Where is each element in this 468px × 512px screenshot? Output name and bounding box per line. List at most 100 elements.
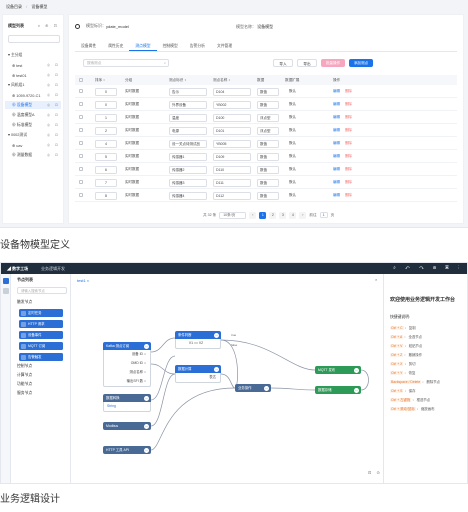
row-ident-input[interactable]: 设一关点待测试品 (169, 140, 207, 148)
row-ident-input[interactable]: 传感器1 (169, 153, 207, 161)
row-ident-input[interactable]: 电源 (169, 127, 207, 135)
page-button[interactable]: 2 (269, 211, 277, 219)
row-order-input[interactable]: 0 (95, 101, 117, 109)
row-checkbox[interactable] (79, 102, 83, 106)
row-name-input[interactable]: D101 (213, 127, 251, 135)
row-order-input[interactable]: 6 (95, 166, 117, 174)
row-dtype-select[interactable]: 数值 (257, 192, 279, 200)
row-ident-input[interactable]: 告示 (169, 88, 207, 96)
row-checkbox[interactable] (79, 89, 83, 93)
header-tool-icons[interactable]: ⌕ ↶ ↷ ⊟ ▣ ⋮ (393, 265, 463, 270)
search-icon[interactable]: ⌕ (164, 61, 166, 65)
row-name-input[interactable]: D112 (213, 192, 251, 200)
row-order-input[interactable]: 5 (95, 153, 117, 161)
page-button[interactable]: ‹ (249, 211, 257, 219)
palette-group[interactable]: 触发节点 (17, 300, 32, 305)
node-menu-icon[interactable]: ⋯ (354, 387, 359, 393)
node-menu-icon[interactable]: ⋯ (214, 366, 219, 372)
row-checkbox[interactable] (79, 154, 83, 158)
row-edit-link[interactable]: 编辑 (333, 166, 340, 174)
row-checkbox[interactable] (79, 193, 83, 197)
row-name-input[interactable]: YB005 (213, 140, 251, 148)
tree-item[interactable]: ▾ 0002测试 ◎ ⊡ (5, 131, 61, 139)
tree-item[interactable]: ⊕ 1059-9720-C1 ◎ ⊡ (5, 91, 61, 99)
node-data-store[interactable]: 数据存储 ⋯ (315, 386, 361, 394)
point-search-input[interactable]: 搜索测点 ⌕ (83, 59, 169, 67)
export-button[interactable]: 导出 (297, 59, 317, 67)
node-menu-icon[interactable]: ⋯ (144, 447, 149, 453)
row-ident-input[interactable]: 外界设备 (169, 101, 207, 109)
tab-item[interactable]: 控制模型 (157, 41, 184, 51)
row-delete-link[interactable]: 删除 (345, 127, 352, 135)
palette-node[interactable]: 定时任务 (19, 309, 63, 317)
tree-item[interactable]: ⊕ 设备模型 ◎ ⊡ (5, 101, 61, 109)
tree-item-actions[interactable]: ◎ ⊡ (47, 103, 60, 107)
palette-group[interactable]: 控制节点 (17, 364, 32, 369)
tree-item-actions[interactable]: ◎ ⊡ (47, 73, 60, 77)
node-mqtt-publish[interactable]: MQTT 发布 ⋯ (315, 366, 361, 374)
batch-operation-button[interactable]: 批量操作 (321, 59, 345, 67)
row-edit-link[interactable]: 编辑 (333, 179, 340, 187)
tree-item-actions[interactable]: ◎ ⊡ (47, 143, 60, 147)
row-name-input[interactable]: D111 (213, 179, 251, 187)
col-name[interactable]: 测点名称 ↕ (213, 75, 230, 85)
node-convert[interactable]: 数据转换 ⋯ String (103, 394, 151, 412)
node-menu-icon[interactable]: ⋯ (354, 367, 359, 373)
goto-input[interactable]: 1 (319, 212, 328, 218)
row-ident-input[interactable]: 传感器3 (169, 179, 207, 187)
page-button[interactable]: 3 (279, 211, 287, 219)
row-delete-link[interactable]: 删除 (345, 114, 352, 122)
row-order-input[interactable]: 8 (95, 192, 117, 200)
tree-item-actions[interactable]: ◎ ⊡ (47, 123, 60, 127)
row-delete-link[interactable]: 删除 (345, 101, 352, 109)
palette-node[interactable]: 告警触发 (19, 353, 63, 361)
row-order-input[interactable]: 7 (95, 179, 117, 187)
tab-item[interactable]: 测点模型 (129, 41, 157, 51)
page-button[interactable]: 1 (259, 211, 267, 219)
tree-item-actions[interactable]: ◎ ⊡ (47, 113, 60, 117)
node-http-api[interactable]: HTTP 工具 API ⋯ (103, 446, 151, 454)
row-name-input[interactable]: D104 (213, 88, 251, 96)
row-dtype-select[interactable]: 浮点型 (257, 127, 279, 135)
flow-canvas[interactable]: test1 × × true false Kafka 测点订阅 ⋯ 设备 ID … (71, 274, 377, 483)
zoom-controls[interactable]: ⊡ ⊙ (368, 470, 382, 475)
row-order-input[interactable]: 0 (95, 88, 117, 96)
palette-group[interactable]: 计算节点 (17, 373, 32, 378)
row-dtype-select[interactable]: 数值 (257, 88, 279, 96)
palette-node[interactable]: HTTP 请求 (19, 320, 63, 328)
tree-item-actions[interactable]: ◎ ⊡ (47, 153, 60, 157)
select-all-checkbox[interactable] (79, 78, 83, 82)
palette-search-input[interactable]: 请输入搜索节点 (17, 287, 67, 294)
node-calc[interactable]: 数据计算 ⋯ 表达 (175, 365, 221, 383)
palette-node[interactable]: MQTT 订阅 (19, 342, 63, 350)
row-dtype-select[interactable]: 数值 (257, 140, 279, 148)
node-menu-icon[interactable]: ⋯ (214, 332, 219, 338)
tree-item-actions[interactable]: ◎ ⊡ (47, 133, 60, 137)
palette-node[interactable]: 设备事件 (19, 331, 63, 339)
palette-group[interactable]: 服务节点 (17, 391, 32, 396)
col-ident[interactable]: 测点标识 ↕ (169, 75, 186, 85)
tree-item[interactable]: ⊕ 温度模型A ◎ ⊡ (5, 111, 61, 119)
node-business-op[interactable]: 业务操作 ⋯ (235, 384, 271, 392)
row-checkbox[interactable] (79, 141, 83, 145)
row-dtype-select[interactable]: 数值 (257, 153, 279, 161)
row-dtype-select[interactable]: 数值 (257, 101, 279, 109)
node-condition[interactable]: 条件判断 ⋯ V1 == V2 (175, 331, 221, 349)
tree-item-actions[interactable]: ◎ ⊡ (47, 83, 60, 87)
row-edit-link[interactable]: 编辑 (333, 88, 340, 96)
row-order-input[interactable]: 4 (95, 140, 117, 148)
row-order-input[interactable]: 1 (95, 114, 117, 122)
flows-rail-icon[interactable] (3, 288, 9, 294)
breadcrumb-item-catalog[interactable]: 设备目录 (6, 4, 22, 9)
row-delete-link[interactable]: 删除 (345, 140, 352, 148)
node-menu-icon[interactable]: ⋯ (144, 343, 149, 349)
tree-item[interactable]: ⊕ 测量数据 ◎ ⊡ (5, 151, 61, 159)
tree-item-actions[interactable]: ◎ ⊡ (47, 63, 60, 67)
tree-item-actions[interactable]: ◎ ⊡ (47, 93, 60, 97)
add-point-button[interactable]: 添加测点 (349, 59, 373, 67)
row-ident-input[interactable]: 温度 (169, 114, 207, 122)
tree-item[interactable]: ⊕ test ◎ ⊡ (5, 61, 61, 69)
tree-item[interactable]: ⊕ uav ◎ ⊡ (5, 141, 61, 149)
tree-item[interactable]: ▾ 风机组1 ◎ ⊡ (5, 81, 61, 89)
row-edit-link[interactable]: 编辑 (333, 127, 340, 135)
